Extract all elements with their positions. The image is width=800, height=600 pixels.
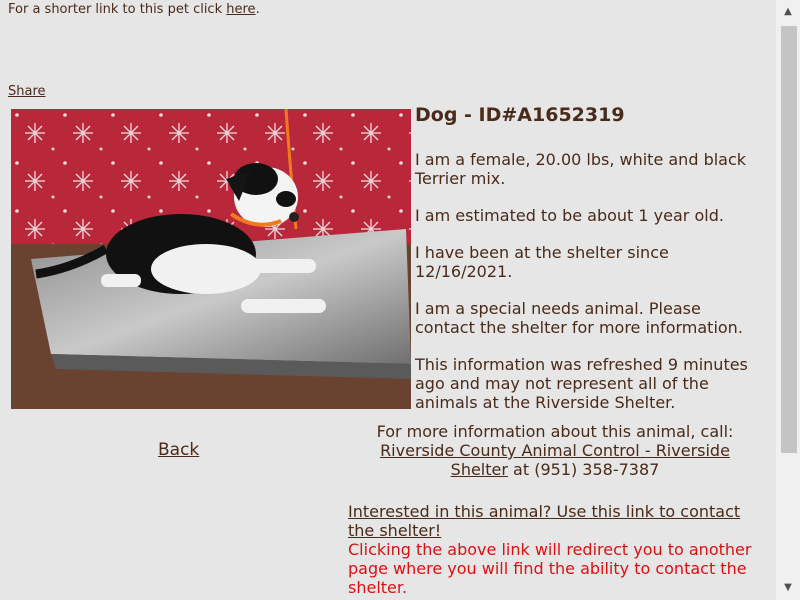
pet-detail-age: I am estimated to be about 1 year old. xyxy=(415,206,724,225)
pet-photo-image xyxy=(11,109,411,409)
scrollbar-thumb[interactable] xyxy=(781,26,797,453)
pet-detail-sex-weight: I am a female, 20.00 lbs, white and blac… xyxy=(415,150,747,188)
shorter-link[interactable]: here xyxy=(226,2,255,17)
contact-shelter-link[interactable]: Interested in this animal? Use this link… xyxy=(348,502,740,540)
shorter-link-line: For a shorter link to this pet click her… xyxy=(8,2,260,17)
vertical-scrollbar[interactable]: ▲ ▼ xyxy=(776,0,800,600)
pet-detail-refresh-note: This information was refreshed 9 minutes… xyxy=(415,355,748,412)
contact-block: Interested in this animal? Use this link… xyxy=(348,502,758,597)
share-link[interactable]: Share xyxy=(8,84,46,99)
page: For a shorter link to this pet click her… xyxy=(0,0,776,600)
pet-title: Dog - ID#A1652319 xyxy=(415,104,625,126)
more-info-text: For more information about this animal, … xyxy=(376,422,734,441)
more-info-block: For more information about this animal, … xyxy=(360,422,750,479)
pet-photo xyxy=(11,109,411,409)
pet-detail-intake-date: I have been at the shelter since 12/16/2… xyxy=(415,243,669,281)
triangle-down-icon[interactable]: ▼ xyxy=(776,578,800,598)
triangle-up-icon[interactable]: ▲ xyxy=(776,2,800,22)
redirect-warning: Clicking the above link will redirect yo… xyxy=(348,540,752,597)
back-link[interactable]: Back xyxy=(158,440,199,460)
shelter-phone: at (951) 358-7387 xyxy=(513,460,660,479)
pet-description: I am a female, 20.00 lbs, white and blac… xyxy=(415,150,760,430)
shorter-link-text: For a shorter link to this pet click xyxy=(8,2,223,17)
shorter-link-period: . xyxy=(255,2,260,17)
pet-detail-special-needs: I am a special needs animal. Please cont… xyxy=(415,299,743,337)
